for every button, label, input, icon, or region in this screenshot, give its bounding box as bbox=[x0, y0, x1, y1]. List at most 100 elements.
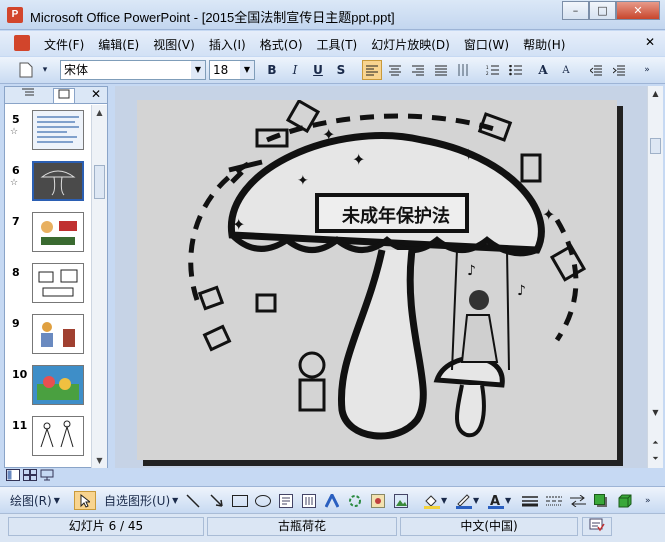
svg-text:1: 1 bbox=[486, 65, 489, 70]
decrease-font-button[interactable]: A bbox=[556, 60, 576, 80]
menu-slideshow[interactable]: 幻灯片放映(D) bbox=[371, 36, 450, 53]
slide-number: 9 bbox=[12, 317, 20, 330]
scroll-down-icon[interactable]: ▼ bbox=[648, 405, 663, 420]
menu-edit[interactable]: 编辑(E) bbox=[98, 36, 139, 53]
3d-style-icon[interactable] bbox=[618, 491, 632, 510]
pane-tabs: ✕ bbox=[5, 87, 107, 104]
numbered-list-icon[interactable]: 12 bbox=[482, 60, 502, 80]
animation-star-icon: ☆ bbox=[10, 127, 19, 137]
previous-slide-icon[interactable]: ⏶ bbox=[648, 435, 663, 450]
insert-picture-icon[interactable] bbox=[394, 491, 408, 510]
menu-format[interactable]: 格式(O) bbox=[260, 36, 303, 53]
align-left-icon[interactable] bbox=[362, 60, 382, 80]
font-color-icon[interactable]: A ▼ bbox=[487, 491, 511, 510]
toolbar-overflow-icon[interactable]: » bbox=[645, 491, 651, 510]
format-toolbar: ▾ 宋体 ▼ 18 ▼ B I U S 12 A A » bbox=[0, 57, 665, 84]
slide-thumbnail[interactable] bbox=[32, 212, 84, 252]
normal-view-icon[interactable] bbox=[6, 469, 20, 484]
maximize-button[interactable]: □ bbox=[589, 1, 616, 20]
slide-sorter-view-icon[interactable] bbox=[23, 469, 37, 484]
menu-view[interactable]: 视图(V) bbox=[153, 36, 195, 53]
scroll-up-icon[interactable]: ▲ bbox=[648, 86, 663, 101]
slide-thumbnail[interactable] bbox=[32, 110, 84, 150]
align-center-icon[interactable] bbox=[385, 60, 405, 80]
line-color-icon[interactable]: ▼ bbox=[455, 491, 479, 510]
scroll-down-icon[interactable]: ▼ bbox=[92, 453, 107, 468]
underline-button[interactable]: U bbox=[308, 60, 328, 80]
slide-number: 6 bbox=[12, 164, 20, 177]
text-box-icon[interactable] bbox=[279, 491, 293, 510]
diagram-icon[interactable] bbox=[348, 491, 362, 510]
new-document-icon[interactable] bbox=[14, 60, 38, 80]
clip-art-icon[interactable] bbox=[371, 491, 385, 510]
bullet-list-icon[interactable] bbox=[505, 60, 525, 80]
slide-thumbnail[interactable] bbox=[32, 365, 84, 405]
slide-thumbnail-row[interactable]: 11 bbox=[5, 411, 91, 462]
bold-button[interactable]: B bbox=[262, 60, 282, 80]
slide-canvas[interactable]: 未成年保护法 ✦ ✦ ✦ ✦ ✦ ✦ ♪ ♪ bbox=[137, 100, 617, 460]
slide-scrollbar[interactable]: ▲ ▼ ⏶ ⏷ bbox=[647, 86, 663, 468]
toolbar-options-icon[interactable]: ▾ bbox=[40, 60, 50, 80]
draw-menu-button[interactable]: 绘图(R) ▼ bbox=[10, 491, 60, 510]
increase-indent-icon[interactable] bbox=[609, 60, 629, 80]
font-size-combo[interactable]: 18 ▼ bbox=[209, 60, 255, 80]
menu-file[interactable]: 文件(F) bbox=[44, 36, 84, 53]
slide-thumbnail[interactable] bbox=[32, 263, 84, 303]
vertical-text-box-icon[interactable] bbox=[302, 491, 316, 510]
next-slide-icon[interactable]: ⏷ bbox=[648, 451, 663, 466]
minimize-button[interactable]: – bbox=[562, 1, 589, 20]
slideshow-view-icon[interactable] bbox=[40, 469, 54, 484]
fill-color-icon[interactable]: ▼ bbox=[423, 491, 447, 510]
document-close-button[interactable]: ✕ bbox=[645, 35, 655, 49]
align-right-icon[interactable] bbox=[408, 60, 428, 80]
spell-check-icon[interactable] bbox=[582, 517, 612, 536]
pane-close-button[interactable]: ✕ bbox=[91, 87, 101, 101]
line-style-icon[interactable] bbox=[522, 491, 538, 510]
scrollbar-thumb[interactable] bbox=[650, 138, 661, 154]
arrow-tool-icon[interactable] bbox=[210, 491, 224, 510]
slide-thumbnail-row[interactable]: 7 bbox=[5, 207, 91, 258]
slide-thumbnail-row[interactable]: 5 ☆ bbox=[5, 105, 91, 156]
slide-thumbnail-row[interactable]: 9 bbox=[5, 309, 91, 360]
slide-thumbnail-row[interactable]: 6 ☆ bbox=[5, 156, 91, 207]
close-button[interactable]: ✕ bbox=[616, 1, 660, 20]
chevron-down-icon[interactable]: ▼ bbox=[191, 61, 205, 79]
slide-thumbnail-selected[interactable] bbox=[32, 161, 84, 201]
dash-style-icon[interactable] bbox=[546, 491, 562, 510]
powerpoint-app-icon[interactable]: P bbox=[7, 7, 23, 23]
menu-help[interactable]: 帮助(H) bbox=[523, 36, 565, 53]
slide-thumbnail-row[interactable]: 8 bbox=[5, 258, 91, 309]
chevron-down-icon[interactable]: ▼ bbox=[240, 61, 254, 79]
autoshapes-menu-button[interactable]: 自选图形(U) ▼ bbox=[104, 491, 178, 510]
slide-editing-area[interactable]: 未成年保护法 ✦ ✦ ✦ ✦ ✦ ✦ ♪ ♪ bbox=[115, 86, 647, 468]
line-tool-icon[interactable] bbox=[186, 491, 200, 510]
slide-thumbnail[interactable] bbox=[32, 416, 84, 456]
menu-insert[interactable]: 插入(I) bbox=[209, 36, 246, 53]
font-size-value: 18 bbox=[213, 63, 229, 77]
toolbar-overflow-icon[interactable]: » bbox=[640, 60, 654, 80]
slides-tab-icon[interactable] bbox=[53, 88, 75, 103]
slide-thumbnail-row[interactable]: 10 bbox=[5, 360, 91, 411]
select-objects-icon[interactable] bbox=[74, 491, 96, 510]
document-icon[interactable] bbox=[14, 35, 30, 51]
slide-thumbnail[interactable] bbox=[32, 314, 84, 354]
distribute-icon[interactable] bbox=[431, 60, 451, 80]
font-name-combo[interactable]: 宋体 ▼ bbox=[60, 60, 206, 80]
decrease-indent-icon[interactable] bbox=[586, 60, 606, 80]
shadow-button[interactable]: S bbox=[331, 60, 351, 80]
arrow-style-icon[interactable] bbox=[570, 491, 586, 510]
outline-tab-icon[interactable] bbox=[17, 88, 39, 103]
italic-button[interactable]: I bbox=[285, 60, 305, 80]
shadow-style-icon[interactable] bbox=[594, 491, 608, 510]
vertical-text-icon[interactable] bbox=[453, 60, 473, 80]
oval-tool-icon[interactable] bbox=[255, 491, 271, 510]
menu-tools[interactable]: 工具(T) bbox=[317, 36, 358, 53]
increase-font-button[interactable]: A bbox=[533, 60, 553, 80]
svg-text:♪: ♪ bbox=[467, 263, 476, 279]
slides-pane-scrollbar[interactable]: ▲ ▼ bbox=[91, 105, 107, 468]
scrollbar-thumb[interactable] bbox=[94, 165, 105, 199]
scroll-up-icon[interactable]: ▲ bbox=[92, 105, 107, 120]
menu-window[interactable]: 窗口(W) bbox=[464, 36, 509, 53]
wordart-icon[interactable] bbox=[325, 491, 339, 510]
rectangle-tool-icon[interactable] bbox=[232, 491, 248, 510]
